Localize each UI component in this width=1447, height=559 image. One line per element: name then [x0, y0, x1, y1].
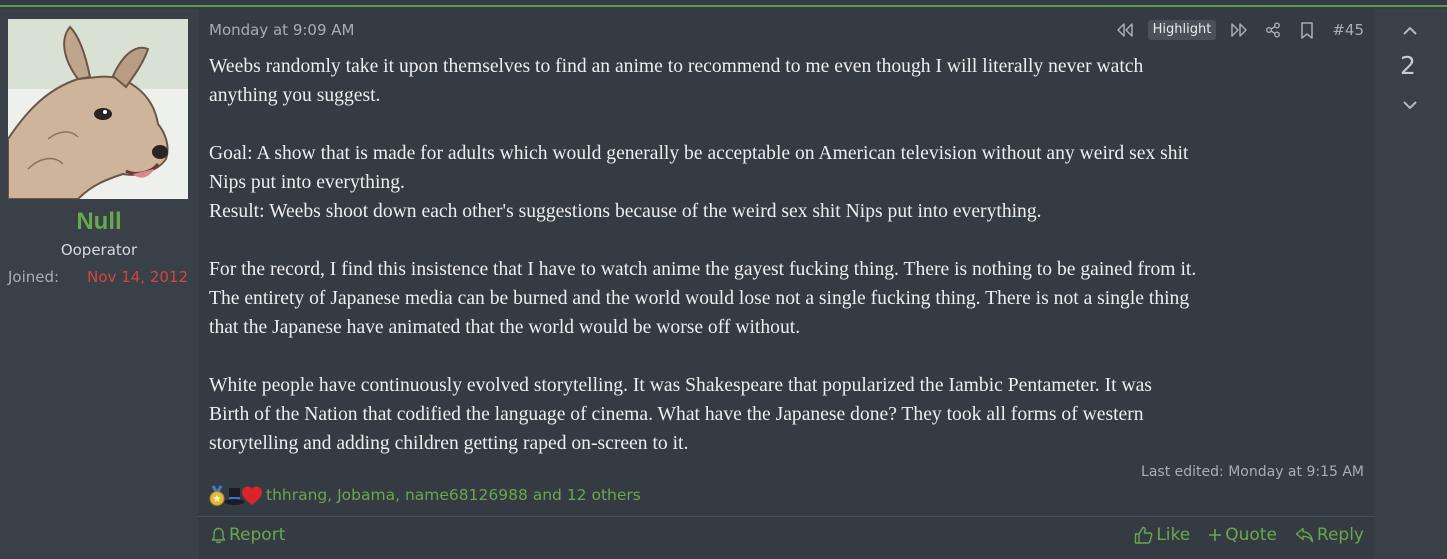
vote-panel: 2 [1375, 9, 1447, 559]
post-date[interactable]: Monday at 9:09 AM [209, 21, 354, 39]
fast-forward-icon [1231, 23, 1248, 37]
post-paragraph: Goal: A show that is made for adults whi… [209, 143, 1189, 222]
user-info-panel: Null Ooperator Joined: Nov 14, 2012 [0, 9, 198, 559]
post-actions-bar: Highlight #45 [1114, 19, 1364, 41]
reply-button[interactable]: Reply [1295, 525, 1364, 545]
reaction-icons[interactable] [206, 482, 264, 508]
heart-icon [242, 486, 262, 505]
reply-arrow-icon [1295, 527, 1314, 543]
highlight-button[interactable]: Highlight [1147, 20, 1217, 40]
quote-label: Quote [1225, 525, 1277, 545]
dog-avatar-icon [8, 19, 188, 199]
like-label: Like [1156, 525, 1191, 545]
upvote-button[interactable] [1399, 21, 1421, 41]
bookmark-button[interactable] [1296, 19, 1318, 41]
next-highlight-button[interactable] [1228, 19, 1250, 41]
joined-date: Nov 14, 2012 [87, 268, 188, 286]
reactions-bar: thhrang, Jobama, name68126988 and 12 oth… [206, 482, 641, 508]
post-main: Monday at 9:09 AM Highlight #45 Weebs ra… [198, 9, 1375, 559]
post-number-link[interactable]: #45 [1332, 21, 1364, 39]
previous-highlight-button[interactable] [1114, 19, 1136, 41]
joined-label: Joined: [8, 268, 60, 286]
plus-icon [1209, 529, 1222, 541]
downvote-button[interactable] [1399, 95, 1421, 115]
chevron-down-icon [1403, 101, 1417, 109]
chevron-up-icon [1403, 27, 1417, 35]
bell-icon [211, 527, 226, 543]
post-paragraph: Weebs randomly take it upon themselves t… [209, 56, 1144, 106]
user-title: Ooperator [60, 241, 138, 259]
post-page: Null Ooperator Joined: Nov 14, 2012 Mond… [0, 0, 1447, 559]
post-paragraph: White people have continuously evolved s… [209, 375, 1152, 454]
rewind-icon [1116, 23, 1133, 37]
avatar[interactable] [8, 19, 188, 199]
share-icon [1266, 22, 1281, 38]
share-button[interactable] [1262, 19, 1284, 41]
reply-label: Reply [1316, 525, 1364, 545]
post-footer-actions: Like Quote Reply [1134, 523, 1364, 547]
last-edited-text[interactable]: Last edited: Monday at 9:15 AM [1141, 464, 1364, 480]
footer-divider [198, 516, 1375, 517]
vote-count: 2 [1400, 51, 1416, 80]
username[interactable]: Null [0, 208, 198, 236]
quote-button[interactable]: Quote [1208, 525, 1277, 545]
report-button[interactable]: Report [211, 523, 285, 547]
like-button[interactable]: Like [1134, 525, 1190, 545]
report-label: Report [229, 525, 286, 545]
bookmark-icon [1301, 21, 1314, 39]
top-accent-rule [0, 5, 1447, 7]
post-body: Weebs randomly take it upon themselves t… [209, 52, 1369, 458]
post-paragraph: For the record, I find this insistence t… [209, 259, 1197, 338]
reaction-users-link[interactable]: thhrang, Jobama, name68126988 and 12 oth… [266, 486, 641, 504]
thumbs-up-icon [1135, 526, 1153, 544]
